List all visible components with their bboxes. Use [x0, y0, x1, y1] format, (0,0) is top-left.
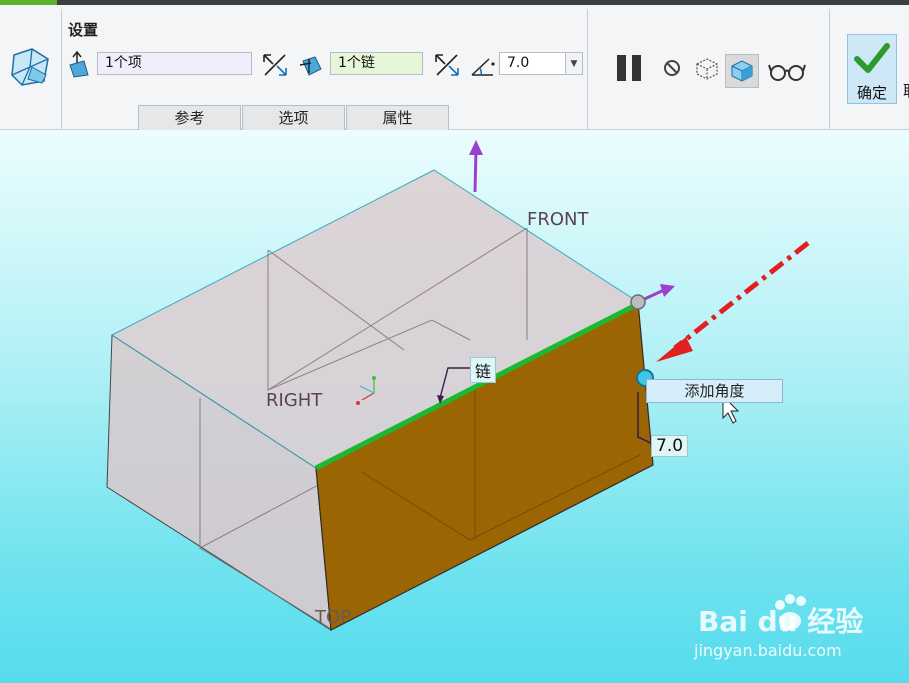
ribbon-toolbar: 设置 1个项 1个链 7.0 ▼ 参考 选项 属性 确定	[0, 5, 909, 130]
graphics-viewport[interactable]: FRONT RIGHT TOP 链 7.0 添加角度 Bai du 经验 jin…	[0, 130, 909, 683]
draft-angle-icon	[469, 53, 497, 79]
verify-model-icon[interactable]	[725, 54, 759, 88]
flip-pull-direction-icon[interactable]	[433, 51, 461, 79]
ok-button[interactable]: 确定	[847, 34, 897, 104]
angle-dimension-value[interactable]: 7.0	[651, 435, 689, 457]
settings-title: 设置	[68, 21, 99, 39]
reference-surface-field[interactable]: 1个项	[97, 52, 252, 75]
tab-references[interactable]: 参考	[138, 105, 241, 130]
watermark-brand: Bai du 经验	[698, 605, 864, 638]
ok-button-label: 确定	[856, 84, 887, 102]
draft-surface-icon[interactable]	[66, 51, 92, 79]
pause-icon[interactable]	[613, 52, 645, 84]
front-datum-label: FRONT	[527, 209, 589, 230]
draft-angle-input[interactable]: 7.0	[499, 52, 566, 75]
add-angle-tooltip: 添加角度	[646, 379, 783, 403]
draft-hinge-icon[interactable]	[297, 51, 325, 79]
no-preview-icon[interactable]	[660, 56, 684, 80]
chain-tag[interactable]: 链	[470, 357, 497, 383]
cancel-button-label-cut[interactable]: 取	[903, 80, 909, 101]
watermark-url: jingyan.baidu.com	[694, 641, 842, 660]
angle-dropdown-button[interactable]: ▼	[566, 52, 583, 75]
feature-preview-icon[interactable]	[693, 54, 721, 82]
top-datum-label: TOP	[315, 607, 352, 628]
glasses-icon[interactable]	[768, 59, 806, 83]
checkmark-icon	[854, 43, 890, 73]
tab-properties[interactable]: 属性	[346, 105, 449, 130]
right-datum-label: RIGHT	[266, 390, 323, 411]
draft-hinge-chain-field[interactable]: 1个链	[330, 52, 423, 75]
tab-options[interactable]: 选项	[242, 105, 345, 130]
draft-feature-icon	[8, 45, 52, 89]
chevron-down-icon: ▼	[570, 58, 578, 69]
flip-direction-icon[interactable]	[261, 51, 289, 79]
